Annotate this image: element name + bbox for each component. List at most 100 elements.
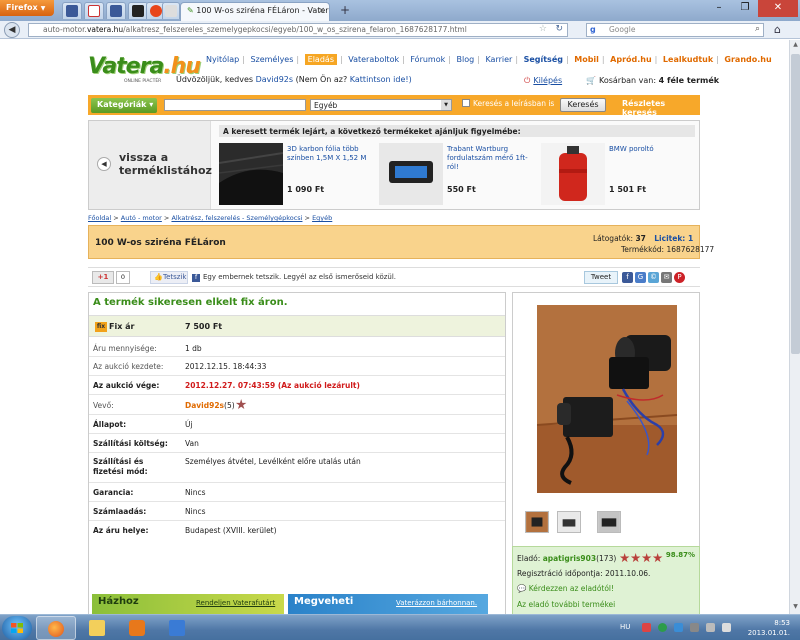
breadcrumb: Főoldal > Autó - motor > Alkatrész, fels…	[88, 214, 333, 222]
tray-icon[interactable]	[642, 623, 651, 632]
browser-titlebar: Firefox ▼ ✎ 100 W-os sziréna FÉLáron - Va…	[0, 0, 800, 21]
page-icon	[165, 5, 177, 17]
cart-info[interactable]: 🛒 Kosárban van: 4 féle termék	[586, 76, 719, 85]
tab-vatera-active[interactable]: ✎ 100 W-os sziréna FÉLáron - Vatera.hu ✕	[180, 2, 330, 21]
nav-karrier[interactable]: Karrier	[485, 55, 512, 64]
photo-thumbnail[interactable]	[525, 511, 549, 533]
back-button[interactable]: ◀	[4, 22, 20, 38]
detail-row: Az áru helye: Budapest (XVIII. kerület)	[93, 526, 277, 535]
language-indicator[interactable]: HU	[620, 623, 630, 631]
rating-star-icon	[630, 553, 641, 563]
delivery-banner[interactable]: Házhoz Rendeljen Vaterafutárt	[92, 594, 284, 614]
nav-aprod[interactable]: Apród.hu	[610, 55, 652, 64]
mobile-banner[interactable]: Megveheti Vaterázzon bárhonnan.	[288, 594, 488, 614]
seller-link[interactable]: apatigris903	[543, 554, 596, 563]
media-player-icon	[129, 620, 145, 636]
taskbar-explorer[interactable]	[78, 616, 118, 640]
taskbar-firefox[interactable]	[36, 616, 76, 640]
buyer-link[interactable]: David92s	[185, 401, 224, 410]
recommended-item[interactable]: 3D karbon fólia több színben 1,5M X 1,52…	[219, 143, 377, 205]
taskbar-media-player[interactable]	[118, 616, 158, 640]
nav-lealkudtuk[interactable]: Lealkudtuk	[663, 55, 713, 64]
ask-seller-link[interactable]: 💬 Kérdezzen az eladótól!	[517, 584, 614, 593]
close-tab-icon[interactable]: ✕	[318, 6, 325, 15]
tab-facebook-2[interactable]	[106, 2, 126, 19]
photo-thumbnail[interactable]	[557, 511, 581, 533]
start-button[interactable]	[2, 616, 32, 640]
welcome-user-link[interactable]: David92s	[256, 75, 293, 84]
facebook-share-icon[interactable]: f	[622, 272, 633, 283]
back-to-list-button[interactable]: ◀ vissza a terméklistához	[89, 121, 212, 209]
pinterest-icon[interactable]: P	[674, 272, 685, 283]
url-bar[interactable]: auto-motor.vatera.hu/alkatresz_felszerel…	[28, 23, 568, 37]
item-photo-panel	[512, 292, 700, 548]
carbon-foil-image	[219, 143, 283, 205]
tweet-button[interactable]: Tweet	[584, 271, 618, 284]
tray-icon[interactable]	[674, 623, 683, 632]
tab-facebook[interactable]	[62, 2, 82, 19]
bookmark-star-icon[interactable]: ☆	[539, 24, 547, 34]
logout-link[interactable]: ⏻ Kilépés	[524, 76, 562, 86]
breadcrumb-item[interactable]: Főoldal	[88, 214, 111, 222]
category-select[interactable]: Egyéb ▼	[310, 99, 452, 111]
bids-link[interactable]: Licitek: 1	[654, 234, 693, 243]
maximize-button[interactable]: ❐	[732, 0, 758, 17]
thumbs-up-icon: 👍	[154, 273, 163, 281]
tab-site[interactable]	[128, 2, 148, 19]
minimize-button[interactable]: –	[706, 0, 732, 17]
nav-forumok[interactable]: Fórumok	[410, 55, 445, 64]
search-description-checkbox[interactable]: Keresés a leírásban is	[462, 99, 554, 108]
visitors-count: Látogatók: 37 Licitek: 1	[593, 234, 694, 243]
expired-notice: A keresett termék lejárt, a következő te…	[219, 125, 695, 137]
page-scrollbar[interactable]: ▲ ▼	[789, 40, 800, 614]
recommended-item[interactable]: BMW poroltó 1 501 Ft	[541, 143, 699, 205]
nav-vateraboltok[interactable]: Vateraboltok	[348, 55, 399, 64]
recommended-item[interactable]: Trabant Wartburg fordulatszám mérő 1ft-r…	[379, 143, 537, 205]
search-placeholder: Google	[609, 25, 636, 34]
breadcrumb-item[interactable]: Egyéb	[312, 214, 332, 222]
search-icon[interactable]: ⌕	[755, 24, 760, 34]
google-share-icon[interactable]: G	[635, 272, 646, 283]
email-icon[interactable]: ✉	[661, 272, 672, 283]
nav-segitseg[interactable]: Segítség	[524, 55, 563, 64]
close-window-button[interactable]: ✕	[758, 0, 798, 17]
home-icon[interactable]: ⌂	[774, 23, 781, 36]
breadcrumb-item[interactable]: Alkatrész, felszerelés - Személygépkocsi	[171, 214, 302, 222]
google-plus-button[interactable]: +1	[92, 271, 114, 284]
item-code: Termékkód: 1687628177	[621, 245, 715, 254]
search-input[interactable]	[164, 99, 306, 111]
tab-title: 100 W-os sziréna FÉLáron - Vatera.hu	[196, 6, 329, 15]
detail-row: Garancia: Nincs	[89, 483, 505, 502]
nav-grando[interactable]: Grando.hu	[724, 55, 771, 64]
nav-szemelyes[interactable]: Személyes	[250, 55, 293, 64]
breadcrumb-item[interactable]: Autó - motor	[121, 214, 162, 222]
network-icon[interactable]	[706, 623, 715, 632]
search-bar[interactable]: g Google ⌕	[586, 23, 764, 37]
item-main-photo[interactable]	[537, 305, 677, 493]
clock[interactable]: 8:53 2013.01.01.	[748, 618, 790, 638]
search-button[interactable]: Keresés	[560, 98, 606, 112]
nav-nyitolap[interactable]: Nyitólap	[206, 55, 239, 64]
tray-icon[interactable]	[658, 623, 667, 632]
not-you-link[interactable]: Kattintson ide!)	[350, 75, 412, 84]
photo-thumbnail[interactable]	[597, 511, 621, 533]
nav-eladas[interactable]: Eladás	[304, 54, 337, 65]
nav-blog[interactable]: Blog	[457, 55, 475, 64]
tab-blank[interactable]	[162, 2, 180, 19]
refresh-icon[interactable]: ↻	[555, 24, 563, 34]
firefox-menu-button[interactable]: Firefox ▼	[0, 0, 54, 16]
taskbar-window[interactable]	[158, 616, 198, 640]
categories-button[interactable]: Kategóriák ▾	[91, 98, 157, 113]
facebook-like-button[interactable]: 👍 Tetszik	[150, 271, 188, 284]
advanced-search-link[interactable]: Részletes keresés	[622, 99, 700, 117]
item-title-bar: 100 W-os sziréna FÉLáron Látogatók: 37 L…	[88, 225, 714, 259]
new-tab-button[interactable]: +	[336, 3, 354, 19]
nav-mobil[interactable]: Mobil	[574, 55, 599, 64]
vatera-favicon: ✎	[187, 6, 194, 15]
scrollbar-thumb[interactable]	[791, 54, 800, 354]
volume-icon[interactable]	[722, 623, 731, 632]
tab-gmail[interactable]	[84, 2, 104, 19]
copy-link-icon[interactable]: ©	[648, 272, 659, 283]
seller-other-items-link[interactable]: Az eladó további termékei	[517, 600, 615, 609]
tray-icon[interactable]	[690, 623, 699, 632]
